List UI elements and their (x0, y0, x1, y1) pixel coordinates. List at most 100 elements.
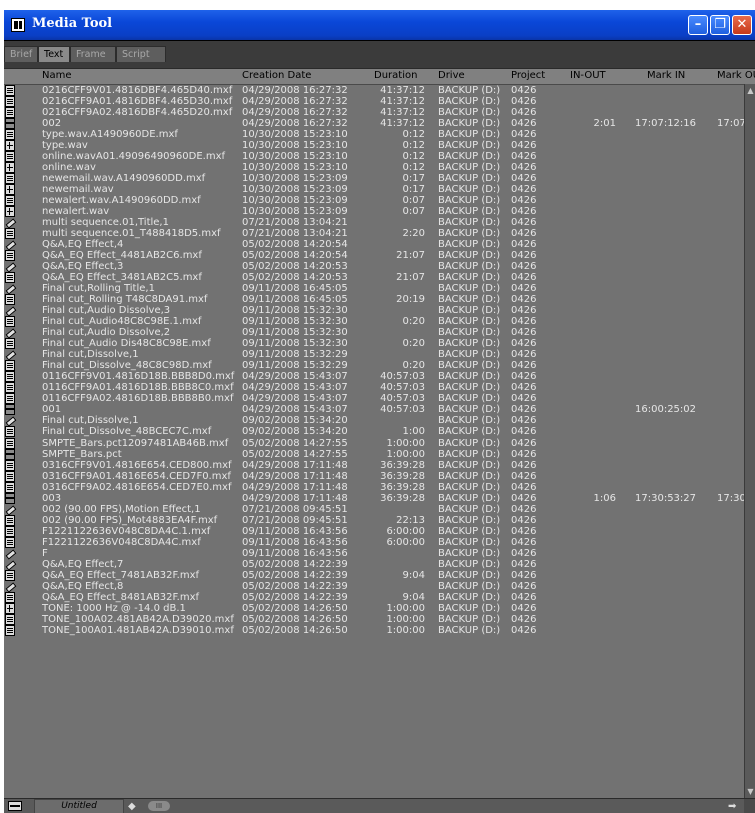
table-row[interactable]: online.wavA01.49096490960DE.mxf 10/30/200… (4, 151, 744, 163)
column-header-name[interactable]: Name (42, 70, 72, 81)
master-clip-icon[interactable] (5, 426, 15, 438)
effect-icon[interactable] (5, 415, 15, 426)
table-row[interactable]: Final cut_Dissolve_48BCEC7C.mxf 09/02/200… (4, 426, 744, 438)
table-row[interactable]: type.wav 10/30/2008 15:23:10 0:12 BACKUP (D… (4, 140, 744, 152)
table-row[interactable]: TONE: 1000 Hz @ -14.0 dB.1 05/02/2008 14:… (4, 602, 744, 614)
effect-icon[interactable] (5, 504, 15, 515)
scroll-right-icon[interactable]: ➡ (728, 800, 742, 813)
table-row[interactable]: Q&A_EQ Effect_3481AB2C5.mxf 05/02/2008 14… (4, 272, 744, 284)
column-header-in-out[interactable]: IN-OUT (570, 70, 606, 81)
table-row[interactable]: multi sequence.01,Title,1 07/21/2008 13:0… (4, 217, 744, 228)
effect-icon[interactable] (5, 327, 15, 338)
scroll-down-icon[interactable]: ▼ (746, 787, 755, 797)
column-header-creation-date[interactable]: Creation Date (242, 70, 311, 81)
master-clip-icon[interactable] (5, 525, 15, 537)
table-row[interactable]: 0116CFF9A02.4816D18B.BBB8B0.mxf 04/29/200… (4, 393, 744, 405)
master-clip-icon[interactable] (5, 569, 15, 581)
column-header-duration[interactable]: Duration (374, 70, 417, 81)
table-row[interactable]: Q&A,EQ Effect,4 05/02/2008 14:20:54 BACKUP… (4, 239, 744, 250)
master-clip-icon[interactable] (5, 129, 15, 141)
table-row[interactable]: Final cut,Audio Dissolve,3 09/11/2008 15:… (4, 305, 744, 316)
table-row[interactable]: Final cut_Dissolve_48C8C98D.mxf 09/11/200… (4, 360, 744, 372)
table-row[interactable]: multi sequence.01_T488418D5.mxf 07/21/200… (4, 228, 744, 240)
table-row[interactable]: Q&A,EQ Effect,7 05/02/2008 14:22:39 BACKUP… (4, 559, 744, 570)
table-row[interactable]: TONE_100A01.481AB42A.D39010.mxf 05/02/200… (4, 624, 744, 636)
master-clip-icon[interactable] (5, 96, 15, 108)
table-row[interactable]: Final cut_Audio Dis48C8C98E.mxf 09/11/200… (4, 338, 744, 350)
table-row[interactable]: 002 (90.00 FPS),Motion Effect,1 07/21/200… (4, 504, 744, 515)
table-row[interactable]: Q&A,EQ Effect,8 05/02/2008 14:22:39 BACKUP… (4, 581, 744, 592)
master-clip-icon[interactable] (5, 272, 15, 284)
master-clip-icon[interactable] (5, 371, 15, 383)
table-row[interactable]: Q&A_EQ Effect_4481AB2C6.mxf 05/02/2008 14… (4, 250, 744, 262)
table-row[interactable]: 0116CFF9V01.4816D18B.BBB8D0.mxf 04/29/200… (4, 371, 744, 383)
master-clip-icon[interactable] (5, 470, 15, 482)
master-clip-icon[interactable] (5, 250, 15, 262)
audio-clip-icon[interactable] (5, 206, 15, 218)
effect-icon[interactable] (5, 548, 15, 559)
master-clip-icon[interactable] (5, 536, 15, 548)
audio-clip-icon[interactable] (5, 140, 15, 152)
effect-icon[interactable] (5, 581, 15, 592)
table-row[interactable]: newemail.wav 10/30/2008 15:23:09 0:17 BACKU… (4, 184, 744, 196)
master-clip-icon[interactable] (5, 338, 15, 350)
table-row[interactable]: 002 (90.00 FPS)_Mot4883EA4F.mxf 07/21/200… (4, 514, 744, 526)
table-row[interactable]: 0216CFF9A02.4816DBF4.465D20.mxf 04/29/200… (4, 107, 744, 119)
table-row[interactable]: newalert.wav 10/30/2008 15:23:09 0:07 BACKU… (4, 206, 744, 218)
table-row[interactable]: 0316CFF9A01.4816E654.CED7F0.mxf 04/29/200… (4, 470, 744, 482)
table-row[interactable]: TONE_100A02.481AB42A.D39020.mxf 05/02/200… (4, 613, 744, 625)
minimize-button[interactable]: – (688, 15, 708, 35)
column-header-project[interactable]: Project (511, 70, 545, 81)
sequence-icon[interactable] (5, 492, 15, 504)
master-clip-icon[interactable] (5, 85, 15, 96)
bin-name-field[interactable]: Untitled (34, 799, 124, 813)
close-button[interactable]: ✕ (732, 15, 752, 35)
table-row[interactable]: Final cut,Dissolve,1 09/11/2008 15:32:29 B… (4, 349, 744, 360)
table-row[interactable]: newemail.wav.A1490960DD.mxf 10/30/2008 15… (4, 173, 744, 185)
table-row[interactable]: Final cut,Dissolve,1 09/02/2008 15:34:20 B… (4, 415, 744, 426)
horizontal-scroll-thumb[interactable]: III (148, 801, 170, 811)
effect-icon[interactable] (5, 305, 15, 316)
master-clip-icon[interactable] (5, 481, 15, 493)
effect-icon[interactable] (5, 239, 15, 250)
master-clip-icon[interactable] (5, 107, 15, 119)
table-row[interactable]: F 09/11/2008 16:43:56 BACKUP (D:) 0426 (4, 548, 744, 559)
table-row[interactable]: SMPTE_Bars.pct 05/02/2008 14:27:55 1:00:00… (4, 448, 744, 460)
master-clip-icon[interactable] (5, 360, 15, 372)
audio-clip-icon[interactable] (5, 184, 15, 196)
column-header-mark-out[interactable]: Mark OUT (717, 70, 755, 81)
effect-icon[interactable] (5, 283, 15, 294)
master-clip-icon[interactable] (5, 393, 15, 405)
tab-script[interactable]: Script (116, 46, 166, 62)
table-row[interactable]: 0316CFF9A02.4816E654.CED7E0.mxf 04/29/200… (4, 481, 744, 493)
table-row[interactable]: 002 04/29/2008 16:27:32 41:37:12 BACKUP (D:… (4, 118, 749, 130)
master-clip-icon[interactable] (5, 514, 15, 526)
table-row[interactable]: SMPTE_Bars.pct12097481AB46B.mxf 05/02/200… (4, 437, 744, 449)
audio-clip-icon[interactable] (5, 162, 15, 174)
table-row[interactable]: 0216CFF9A01.4816DBF4.465D30.mxf 04/29/200… (4, 96, 744, 108)
table-row[interactable]: F1221122636V048C8DA4C.1.mxf 09/11/2008 16… (4, 525, 744, 537)
sequence-icon[interactable] (5, 118, 15, 130)
master-clip-icon[interactable] (5, 437, 15, 449)
table-row[interactable]: F1221122636V048C8DA4C.mxf 09/11/2008 16:4… (4, 536, 744, 548)
table-row[interactable]: Final cut,Audio Dissolve,2 09/11/2008 15:… (4, 327, 744, 338)
column-header-drive[interactable]: Drive (438, 70, 465, 81)
master-clip-icon[interactable] (5, 173, 15, 185)
master-clip-icon[interactable] (5, 613, 15, 625)
effect-icon[interactable] (5, 349, 15, 360)
tab-frame[interactable]: Frame (70, 46, 116, 62)
title-bar[interactable]: Media Tool – ❐ ✕ (4, 10, 755, 40)
sequence-icon[interactable] (5, 448, 15, 460)
table-row[interactable]: online.wav 10/30/2008 15:23:10 0:12 BACKUP … (4, 162, 744, 174)
master-clip-icon[interactable] (5, 459, 15, 471)
table-row[interactable]: newalert.wav.A1490960DD.mxf 10/30/2008 15… (4, 195, 744, 207)
master-clip-icon[interactable] (5, 624, 15, 636)
scroll-left-icon[interactable]: ◆ (128, 800, 142, 813)
master-clip-icon[interactable] (5, 228, 15, 240)
table-row[interactable]: Final cut_Rolling T48C8DA91.mxf 09/11/200… (4, 294, 744, 306)
tab-brief[interactable]: Brief (4, 46, 38, 62)
table-row[interactable]: Q&A_EQ Effect_7481AB32F.mxf 05/02/2008 14… (4, 569, 744, 581)
master-clip-icon[interactable] (5, 195, 15, 207)
master-clip-icon[interactable] (5, 382, 15, 394)
master-clip-icon[interactable] (5, 316, 15, 328)
